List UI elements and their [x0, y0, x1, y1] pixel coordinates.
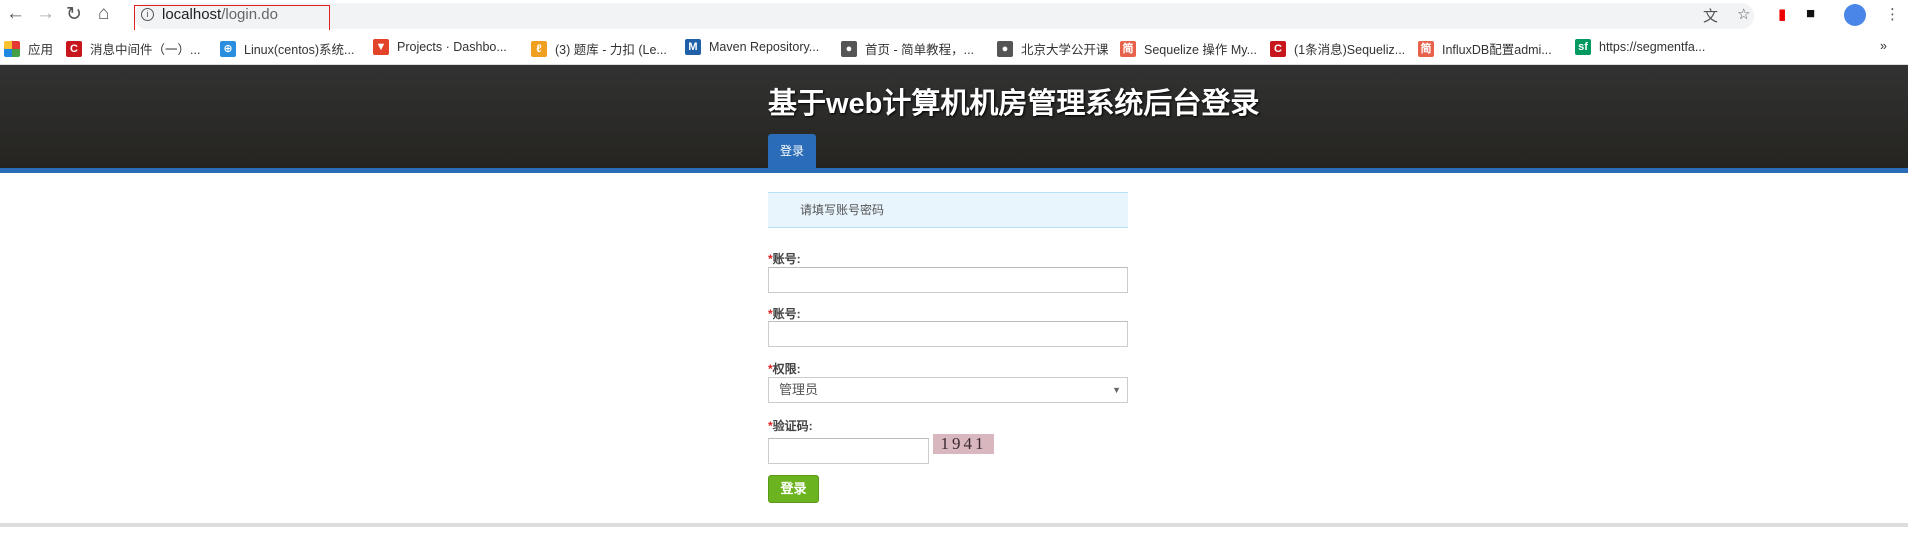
back-icon[interactable]: ← — [6, 3, 25, 25]
avatar[interactable] — [1844, 4, 1866, 26]
apps-grid-icon — [4, 40, 20, 57]
bookmark-favicon-icon: ● — [841, 40, 857, 57]
role-select[interactable]: 管理员 ▼ — [768, 377, 1128, 403]
bookmark-favicon-icon: ▼ — [373, 39, 389, 55]
bookmark-item[interactable]: 简 Sequelize 操作 My... — [1120, 39, 1257, 58]
page-title: 基于web计算机机房管理系统后台登录 — [768, 88, 1260, 120]
label-text: 账号: — [772, 252, 801, 266]
bookmark-favicon-icon: 简 — [1120, 40, 1136, 57]
bookmark-favicon-icon: 简 — [1418, 40, 1434, 57]
captcha-input[interactable] — [768, 438, 929, 464]
url-host: localhost — [162, 6, 222, 23]
label-text: 验证码: — [772, 419, 813, 433]
bookmark-label: 首页 - 简单教程，... — [865, 43, 975, 57]
password-input[interactable] — [768, 321, 1128, 347]
account-label: *账号: — [768, 250, 801, 267]
login-button[interactable]: 登录 — [768, 475, 819, 503]
header-divider — [0, 168, 1908, 173]
bookmark-favicon-icon: ℓ — [531, 40, 547, 57]
bookmark-label: Maven Repository... — [709, 40, 820, 54]
star-icon[interactable]: ☆ — [1737, 5, 1750, 23]
bookmark-label: 消息中间件（一）... — [90, 43, 201, 57]
bookmark-item[interactable]: sf https://segmentfa... — [1575, 39, 1705, 55]
address-bar[interactable] — [134, 3, 1754, 29]
bookmark-item[interactable]: ● 首页 - 简单教程，... — [841, 39, 974, 58]
menu-icon[interactable]: ⋮ — [1885, 5, 1900, 23]
role-label: *权限: — [768, 360, 801, 377]
extension-icon-2[interactable]: ■ — [1806, 5, 1815, 22]
bookmark-label: Projects · Dashbo... — [397, 40, 507, 54]
bookmark-favicon-icon: ⊕ — [220, 40, 236, 57]
bookmarks-bar: 应用 C 消息中间件（一）... ⊕ Linux(centos)系统... ▼ Projec… — [0, 30, 1908, 65]
bookmark-item[interactable]: ▼ Projects · Dashbo... — [373, 39, 507, 55]
role-value: 管理员 — [779, 382, 819, 397]
url-text[interactable]: localhost/login.do — [162, 6, 278, 23]
more-bookmarks-button[interactable]: » — [1880, 39, 1887, 53]
bookmark-label: Linux(centos)系统... — [244, 43, 355, 57]
translate-icon[interactable]: 文 — [1703, 5, 1718, 26]
captcha-label: *验证码: — [768, 417, 813, 434]
label-text: 账号: — [772, 307, 801, 321]
bookmark-item[interactable]: ℓ (3) 题库 - 力扣 (Le... — [531, 39, 667, 58]
bookmark-item[interactable]: ⊕ Linux(centos)系统... — [220, 39, 354, 58]
password-label: *账号: — [768, 305, 801, 322]
bookmark-label: InfluxDB配置admi... — [1442, 43, 1552, 57]
info-icon[interactable]: i — [141, 8, 154, 21]
extension-icon[interactable]: ▮ — [1778, 5, 1786, 23]
url-path: /login.do — [221, 6, 278, 23]
browser-toolbar: ← → ↻ ⌂ i localhost/login.do 文 ☆ ▮ ■ ⋮ — [0, 0, 1908, 32]
bookmark-label: Sequelize 操作 My... — [1144, 43, 1258, 57]
bookmark-item[interactable]: M Maven Repository... — [685, 39, 819, 55]
bookmark-label: (3) 题库 - 力扣 (Le... — [555, 43, 667, 57]
captcha-image[interactable]: 1941 — [933, 434, 994, 454]
dropdown-arrow-icon: ▼ — [1112, 385, 1121, 395]
bookmark-item[interactable]: C (1条消息)Sequeliz... — [1270, 39, 1405, 58]
label-text: 权限: — [772, 362, 801, 376]
bookmark-favicon-icon: ● — [997, 40, 1013, 57]
bookmark-favicon-icon: sf — [1575, 39, 1591, 55]
footer-divider — [0, 523, 1908, 527]
bookmark-label: https://segmentfa... — [1599, 40, 1706, 54]
bookmark-favicon-icon: C — [1270, 40, 1286, 57]
bookmark-item[interactable]: 简 InfluxDB配置admi... — [1418, 39, 1552, 58]
bookmark-favicon-icon: M — [685, 39, 701, 55]
account-input[interactable] — [768, 267, 1128, 293]
forward-icon[interactable]: → — [36, 3, 55, 25]
notice-box: 请填写账号密码 — [768, 192, 1128, 228]
bookmark-item[interactable]: ● 北京大学公开课 — [997, 39, 1109, 58]
bookmark-favicon-icon: C — [66, 40, 82, 57]
reload-icon[interactable]: ↻ — [66, 3, 82, 26]
bookmark-item[interactable]: C 消息中间件（一）... — [66, 39, 200, 58]
tab-login[interactable]: 登录 — [768, 134, 816, 168]
bookmark-label: (1条消息)Sequeliz... — [1294, 43, 1406, 57]
home-icon[interactable]: ⌂ — [98, 3, 109, 25]
bookmark-label: 应用 — [28, 43, 54, 57]
bookmark-label: 北京大学公开课 — [1021, 43, 1109, 57]
bookmark-item[interactable]: 应用 — [4, 39, 53, 58]
